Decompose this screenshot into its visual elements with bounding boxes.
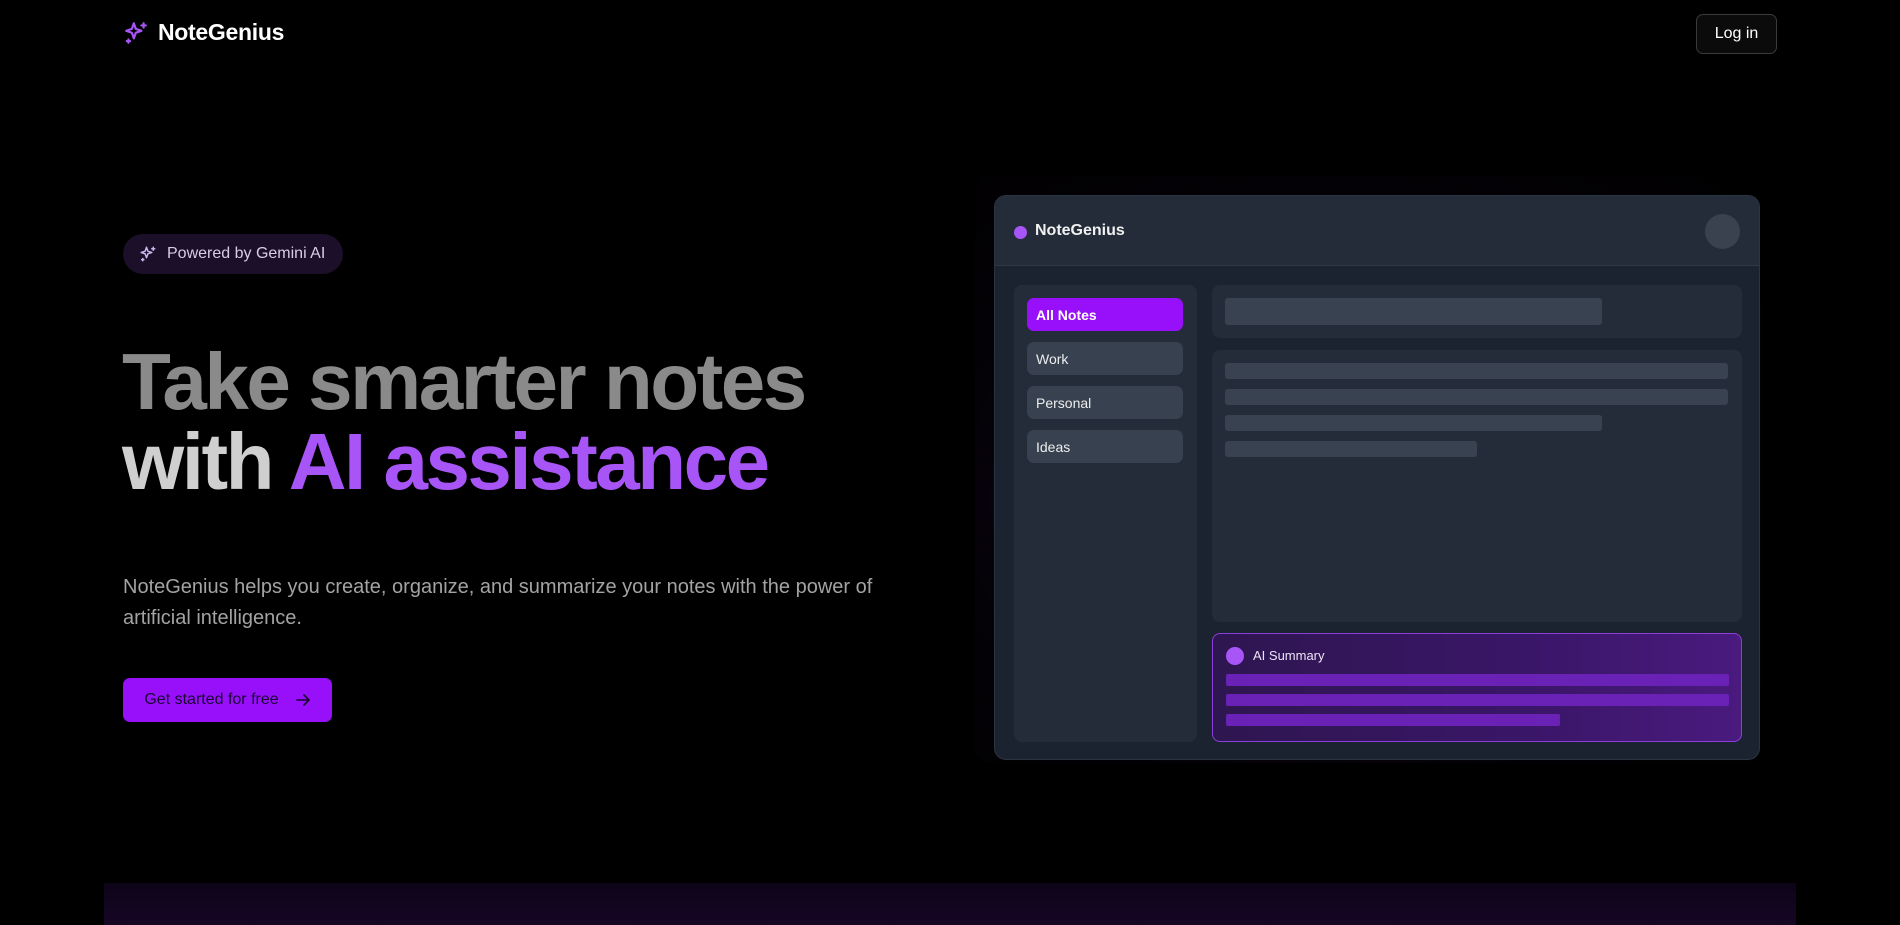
get-started-button[interactable]: Get started for free [123,678,332,722]
app-preview: NoteGenius All Notes Work Personal Ideas… [994,195,1760,760]
preview-logo-dot [1014,226,1027,239]
placeholder-bar [1225,441,1477,457]
hero-subtitle: NoteGenius helps you create, organize, a… [123,576,873,629]
brand-logo[interactable]: NoteGenius [123,19,284,46]
placeholder-bar [1225,415,1602,431]
placeholder-bar [1225,363,1728,379]
summary-placeholder-bar [1226,714,1560,726]
placeholder-bar [1225,298,1602,325]
brand-name: NoteGenius [158,19,285,45]
get-started-label: Get started for free [144,691,279,708]
placeholder-bar [1225,389,1728,405]
sparkles-icon [125,21,147,44]
sidebar-item-ideas: Ideas [1027,430,1183,463]
hero-headline: Take smarter notes with AI assistance [122,337,807,502]
preview-sidebar: All Notes Work Personal Ideas [1014,285,1197,742]
arrow-right-icon [295,694,310,706]
summary-placeholder-bar [1226,674,1729,686]
powered-by-badge: Powered by Gemini AI [123,234,344,274]
top-navigation: NoteGenius Log in [0,0,1900,68]
sidebar-item-personal: Personal [1027,386,1183,419]
ai-summary-card: AI Summary [1212,633,1742,742]
headline-line-1: Take smarter notes [122,337,807,426]
sidebar-item-all-notes: All Notes [1027,298,1183,331]
ai-summary-dot [1226,647,1244,665]
next-section-edge [104,883,1796,925]
headline-line-2-prefix: with [122,417,289,506]
ai-summary-title: AI Summary [1253,648,1325,663]
headline-highlight: AI assistance [288,417,770,506]
preview-note-title [1212,285,1742,338]
sidebar-item-work: Work [1027,342,1183,375]
summary-placeholder-bar [1226,694,1729,706]
sparkles-icon [140,246,156,262]
preview-app-title: NoteGenius [1035,222,1125,239]
login-button[interactable]: Log in [1696,14,1777,54]
badge-text: Powered by Gemini AI [167,245,326,262]
preview-header: NoteGenius [995,196,1759,266]
avatar [1705,214,1740,249]
preview-note-body [1212,350,1742,622]
